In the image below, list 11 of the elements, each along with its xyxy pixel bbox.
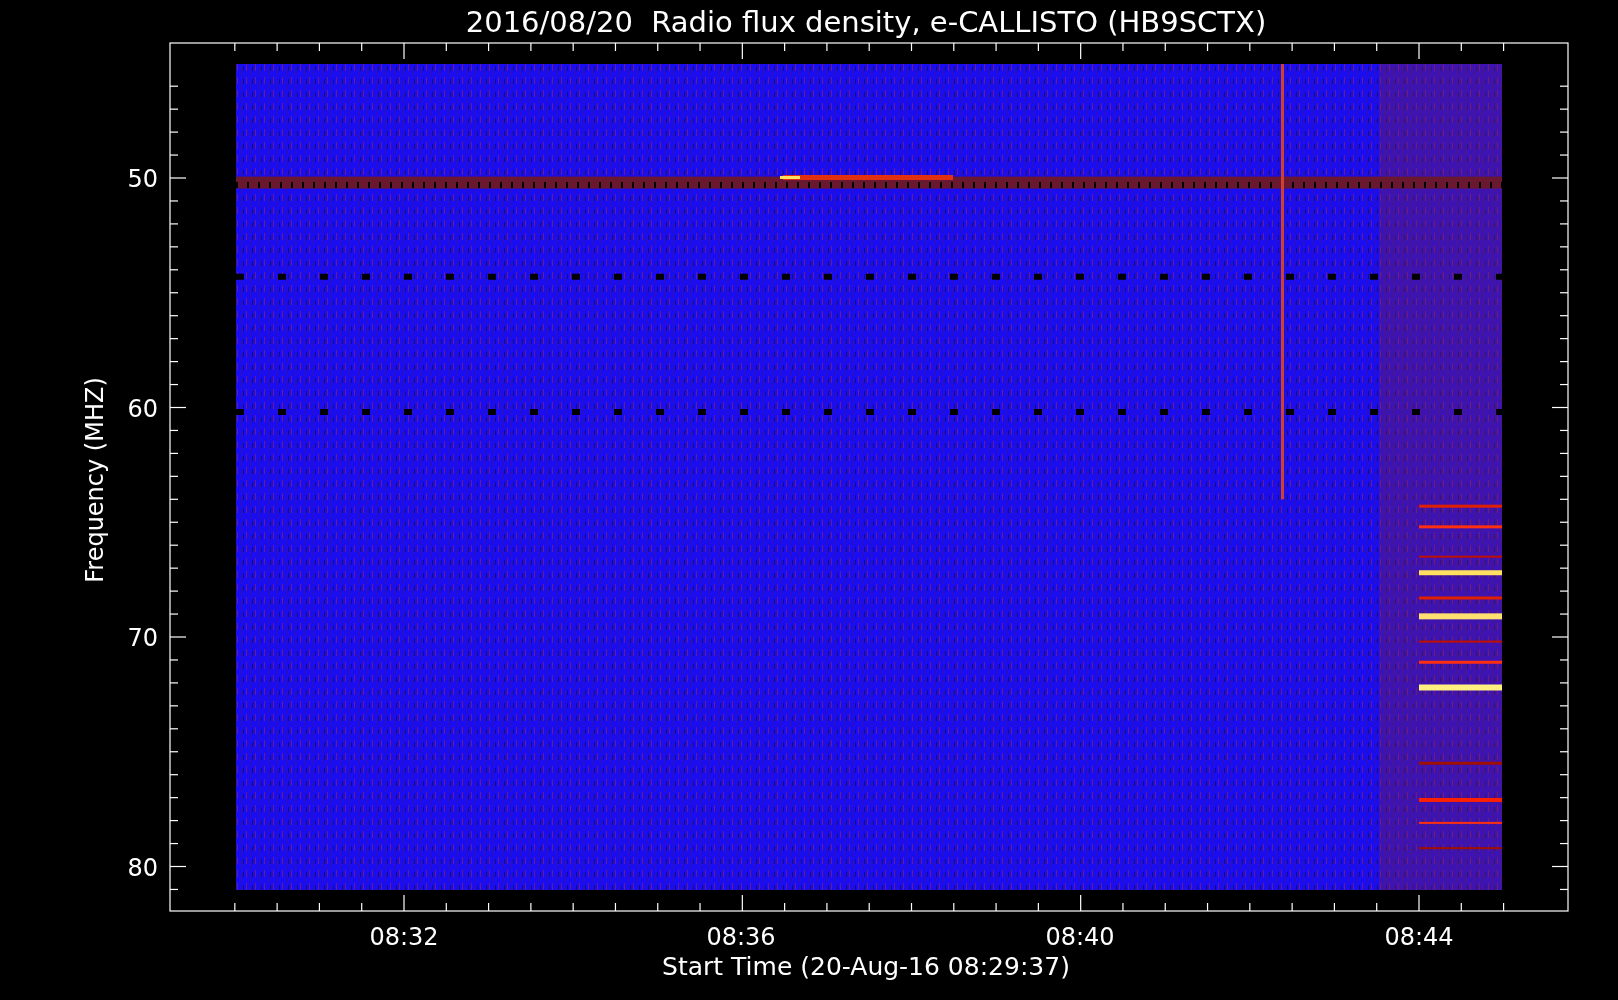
x-tick-label: 08:36 xyxy=(706,923,776,951)
x-tick-label: 08:32 xyxy=(369,923,439,951)
y-tick-label: 60 xyxy=(127,394,158,423)
x-axis-label: Start Time (20-Aug-16 08:29:37) xyxy=(662,952,1070,981)
x-tick-label: 08:44 xyxy=(1384,923,1454,951)
y-axis-label: Frequency (MHZ) xyxy=(81,377,109,583)
y-tick-label: 50 xyxy=(127,165,158,193)
y-tick-label: 80 xyxy=(127,853,158,882)
y-tick-label: 70 xyxy=(127,624,158,652)
x-tick-label: 08:40 xyxy=(1045,923,1115,951)
chart-title: 2016/08/20 Radio flux density, e-CALLISTO (HB9SCTX) xyxy=(465,5,1267,39)
